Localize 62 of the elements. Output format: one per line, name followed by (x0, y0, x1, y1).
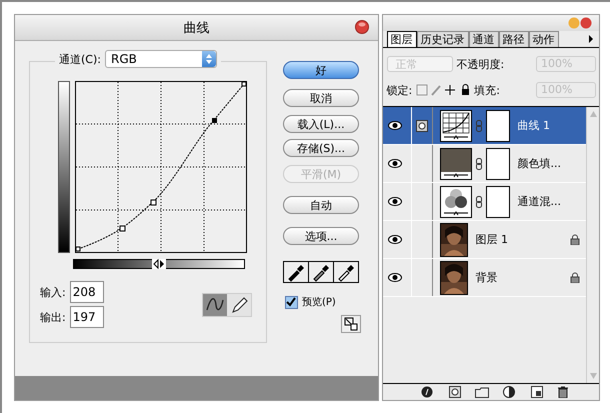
layer-row[interactable]: 颜色填... (382, 145, 586, 183)
panel-tab[interactable]: 路径 (498, 31, 528, 47)
stepper-icon (204, 53, 213, 65)
layer-name: 背景 (476, 270, 498, 285)
close-icon[interactable] (354, 20, 368, 34)
dialog-title: 曲线 (183, 20, 210, 36)
preview-checkbox[interactable] (285, 296, 298, 308)
expand-icon[interactable] (341, 315, 361, 333)
eye-icon[interactable] (388, 121, 402, 130)
dialog-button[interactable]: 存储(S)... (283, 139, 359, 157)
layer-mask-thumbnail (486, 186, 510, 218)
eye-icon[interactable] (388, 197, 402, 206)
new-layer-icon[interactable] (531, 386, 543, 398)
swap-arrows-icon[interactable] (152, 259, 166, 269)
folder-icon[interactable] (475, 386, 489, 398)
ok-button[interactable]: 好 (283, 61, 359, 79)
dialog-button[interactable]: 自动 (283, 196, 359, 214)
layer-name: 颜色填... (518, 156, 561, 171)
lock-label: 锁定: (386, 82, 412, 98)
layer-name: 图层 1 (476, 232, 508, 247)
channel-select[interactable]: RGB (104, 50, 217, 68)
curve-graph[interactable] (75, 81, 247, 253)
curve-tool-icon[interactable] (203, 294, 227, 316)
dialog-button[interactable]: 取消 (283, 89, 359, 107)
layer-name: 曲线 1 (518, 118, 550, 133)
panel-tab[interactable]: 历史记录 (416, 31, 468, 47)
eye-icon[interactable] (388, 235, 402, 244)
chain-link-icon[interactable] (476, 158, 482, 170)
color-fill-icon (440, 148, 472, 180)
fill-label: 填充: (474, 82, 500, 98)
layer-name: 通道混... (518, 194, 561, 209)
output-label: 输出: (40, 310, 66, 324)
layer-row[interactable]: 通道混... (382, 183, 586, 221)
pencil-tool-icon[interactable] (227, 294, 251, 316)
dialog-button[interactable]: 载入(L)... (283, 115, 359, 133)
layer-style-icon[interactable] (421, 386, 435, 398)
panel-menu-icon[interactable] (587, 34, 595, 44)
input-label: 输入: (40, 284, 66, 300)
layer-row[interactable]: 背景 (382, 259, 586, 297)
layer-mask-thumbnail (486, 110, 510, 142)
panel-tab[interactable]: 动作 (528, 31, 558, 47)
trash-icon[interactable] (557, 386, 569, 398)
preview-label: 预览(P) (302, 296, 336, 309)
eye-icon[interactable] (388, 273, 402, 282)
dialog-button[interactable]: 选项... (283, 227, 359, 245)
adjustment-layer-icon[interactable] (503, 386, 517, 398)
layer-row[interactable]: 曲线 1 (382, 107, 586, 145)
lock-options-icon[interactable] (416, 84, 470, 96)
add-mask-icon[interactable] (449, 386, 461, 398)
channel-label: 通道(C): (59, 52, 101, 66)
layer-mask-thumbnail (486, 148, 510, 180)
layer-row[interactable]: 图层 1 (382, 221, 586, 259)
chain-link-icon[interactable] (476, 196, 482, 208)
output-field[interactable]: 197 (70, 306, 104, 328)
panel-tab[interactable]: 图层 (386, 31, 416, 47)
opacity-label: 不透明度: (456, 56, 504, 72)
curves-adjustment-icon (440, 110, 472, 142)
eye-icon[interactable] (388, 159, 402, 168)
brush-mask-icon (416, 120, 428, 132)
channel-mixer-icon (440, 186, 472, 218)
panel-tab[interactable]: 通道 (468, 31, 498, 47)
input-field[interactable]: 208 (70, 281, 104, 303)
